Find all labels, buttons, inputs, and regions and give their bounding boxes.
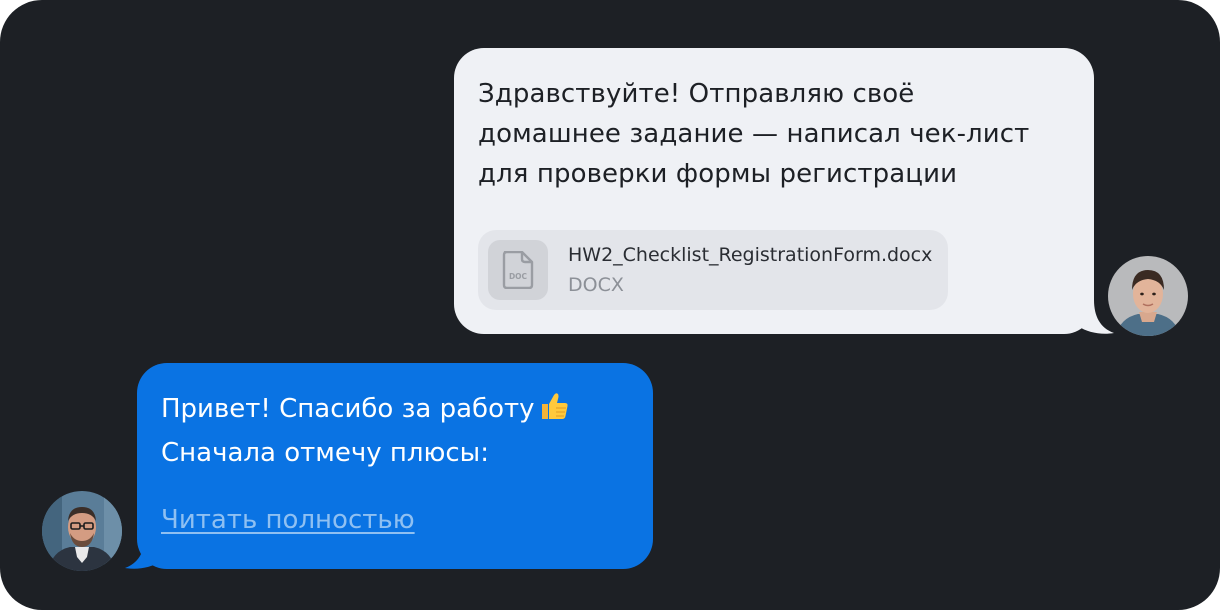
outgoing-message-bubble: Здравствуйте! Отправляю своё домашнее за… (454, 48, 1094, 334)
doc-file-icon: DOC (488, 240, 548, 300)
attachment-file-type: DOCX (568, 274, 624, 296)
chat-window: Здравствуйте! Отправляю своё домашнее за… (0, 0, 1220, 610)
attachment-file-name: HW2_Checklist_RegistrationForm.docx (568, 244, 933, 266)
incoming-message-bubble: Привет! Спасибо за работу Сначала отмечу… (137, 363, 653, 569)
thumbs-up-emoji (539, 391, 569, 433)
incoming-message-line-1-text: Привет! Спасибо за работу (161, 394, 535, 424)
incoming-message-line-1: Привет! Спасибо за работу (161, 389, 629, 433)
outgoing-message-text: Здравствуйте! Отправляю своё домашнее за… (478, 79, 1030, 189)
mentor-avatar[interactable] (42, 491, 122, 571)
read-more-link[interactable]: Читать полностью (161, 505, 415, 535)
incoming-message-line-2: Сначала отмечу плюсы: (161, 438, 489, 468)
student-avatar[interactable] (1108, 256, 1188, 336)
file-attachment[interactable]: DOC HW2_Checklist_RegistrationForm.docx … (478, 230, 948, 310)
doc-icon-label: DOC (509, 272, 528, 281)
